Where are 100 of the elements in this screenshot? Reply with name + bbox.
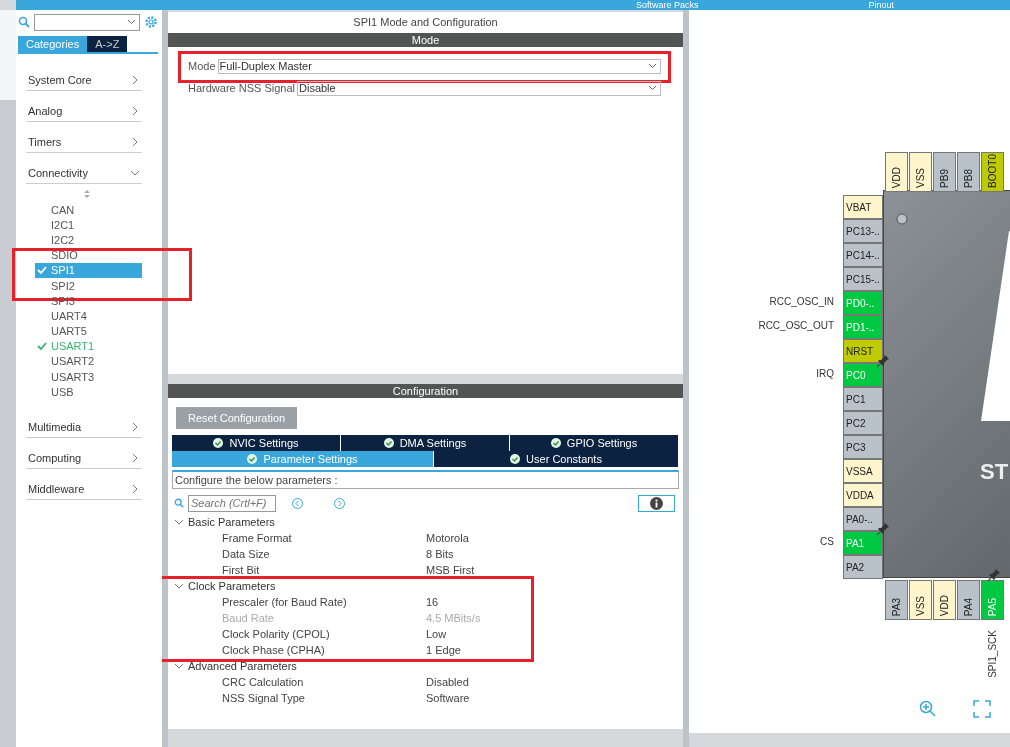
peripheral-item[interactable]: UART4: [35, 308, 142, 324]
check-circle-icon: [383, 438, 394, 448]
previous-icon[interactable]: [292, 497, 303, 509]
category-label: Computing: [28, 451, 82, 464]
pin[interactable]: VSS: [909, 152, 932, 192]
parameter-value[interactable]: Low: [426, 628, 447, 640]
group-header[interactable]: Basic Parameters: [174, 514, 683, 530]
fullscreen-icon[interactable]: [973, 700, 991, 718]
peripheral-item[interactable]: USART2: [35, 353, 142, 370]
settings-icon[interactable]: [144, 15, 158, 29]
pin[interactable]: PC2: [843, 411, 883, 435]
check-icon: [37, 342, 47, 351]
parameter-value[interactable]: 8 Bits: [426, 548, 454, 560]
peripheral-item[interactable]: UART5: [35, 323, 142, 339]
group-header[interactable]: Clock Parameters: [174, 578, 683, 594]
search-icon: [174, 498, 184, 508]
search-icon: [18, 16, 30, 28]
chevron-down-icon: [648, 85, 657, 91]
group-label: Basic Parameters: [188, 516, 275, 528]
pin[interactable]: PA3: [885, 580, 908, 620]
settings-tab[interactable]: NVIC Settings: [172, 435, 341, 451]
category-header[interactable]: System Core: [26, 60, 142, 91]
parameter-value[interactable]: MSB First: [426, 564, 475, 576]
mode-dropdown[interactable]: Disable: [297, 80, 661, 96]
pin[interactable]: PC1: [843, 387, 883, 411]
parameter-name: NSS Signal Type: [222, 692, 305, 704]
group-header[interactable]: Advanced Parameters: [174, 658, 683, 674]
chevron-right-icon: [130, 421, 140, 432]
zoom-in-icon[interactable]: [919, 700, 937, 718]
signal-label: IRQ: [816, 368, 834, 379]
pin[interactable]: NRST: [843, 339, 883, 363]
check-circle-icon: [510, 454, 521, 464]
peripheral-item[interactable]: I2C1: [35, 217, 142, 233]
category-label: Timers: [28, 135, 62, 148]
pin[interactable]: PC13-..: [843, 219, 883, 243]
parameter-value[interactable]: Disabled: [426, 676, 469, 688]
chevron-down-icon: [174, 517, 184, 527]
panel-title: SPI1 Mode and Configuration: [352, 15, 499, 30]
pin[interactable]: BOOT0: [981, 152, 1004, 192]
chevron-right-icon: [130, 74, 140, 85]
pin[interactable]: PB9: [933, 152, 956, 192]
category-label: Connectivity: [28, 166, 88, 179]
pin-one-marker-icon: [896, 213, 908, 225]
category-header[interactable]: Computing: [26, 438, 142, 470]
category-tab[interactable]: A->Z: [87, 36, 128, 52]
info-button[interactable]: [638, 494, 675, 512]
peripheral-item[interactable]: SPI2: [35, 277, 142, 294]
field-label: Hardware NSS Signal: [188, 82, 296, 94]
settings-tab[interactable]: User Constants: [434, 451, 679, 467]
pin[interactable]: PB8: [957, 152, 980, 192]
search-field[interactable]: [34, 13, 140, 31]
pin[interactable]: VSS: [909, 580, 932, 620]
pin[interactable]: VDDA: [843, 483, 883, 507]
parameter-value[interactable]: Software: [426, 692, 470, 704]
category-label: Multimedia: [28, 420, 82, 433]
section-header: Mode: [168, 33, 683, 47]
group-label: Advanced Parameters: [188, 660, 297, 672]
signal-label: SPI1_SCK: [987, 630, 998, 678]
category-header[interactable]: Multimedia: [26, 407, 142, 439]
parameter-value[interactable]: 16: [426, 596, 439, 608]
chevron-right-icon: [130, 136, 140, 147]
signal-label: RCC_OSC_IN: [769, 296, 834, 307]
pin[interactable]: PA0-..: [843, 507, 883, 531]
peripheral-item[interactable]: SPI3: [35, 293, 142, 309]
pin[interactable]: VDD: [933, 580, 956, 620]
pin[interactable]: PC3: [843, 435, 883, 459]
signal-label: CS: [820, 536, 834, 547]
parameter-name: Data Size: [222, 548, 270, 560]
category-header[interactable]: Timers: [26, 122, 142, 153]
signal-label: RCC_OSC_OUT: [758, 320, 834, 331]
pin[interactable]: VSSA: [843, 459, 883, 483]
parameter-value[interactable]: Motorola: [426, 532, 469, 544]
peripheral-item[interactable]: SDIO: [35, 247, 142, 263]
chip-label: ST: [980, 459, 1009, 485]
search-field[interactable]: Search (Crtl+F): [188, 494, 276, 512]
category-header[interactable]: Connectivity: [26, 153, 142, 184]
category-label: Analog: [28, 104, 63, 117]
peripheral-item[interactable]: I2C2: [35, 232, 142, 248]
peripheral-item[interactable]: USART3: [35, 369, 142, 385]
next-icon[interactable]: [334, 497, 345, 509]
check-circle-icon: [213, 438, 224, 448]
peripheral-item[interactable]: CAN: [35, 202, 142, 218]
category-header[interactable]: Analog: [26, 91, 142, 122]
pin[interactable]: PA4: [957, 580, 980, 620]
pin[interactable]: VBAT: [843, 195, 883, 219]
chevron-right-icon: [130, 105, 140, 116]
check-icon: [37, 266, 47, 275]
mode-dropdown[interactable]: Full-Duplex Master: [217, 58, 661, 74]
chevron-down-icon: [127, 19, 136, 25]
peripheral-item[interactable]: USB: [35, 384, 142, 400]
parameter-value[interactable]: 1 Edge: [426, 644, 461, 656]
pin[interactable]: PA2: [843, 555, 883, 579]
parameter-name: First Bit: [222, 564, 260, 576]
settings-tab[interactable]: GPIO Settings: [510, 435, 679, 451]
pin[interactable]: PC15-..: [843, 267, 883, 291]
pin[interactable]: PC14-..: [843, 243, 883, 267]
category-header[interactable]: Middleware: [26, 469, 142, 501]
pin[interactable]: VDD: [885, 152, 908, 192]
settings-tab[interactable]: DMA Settings: [341, 435, 510, 451]
info-icon: [650, 496, 663, 510]
